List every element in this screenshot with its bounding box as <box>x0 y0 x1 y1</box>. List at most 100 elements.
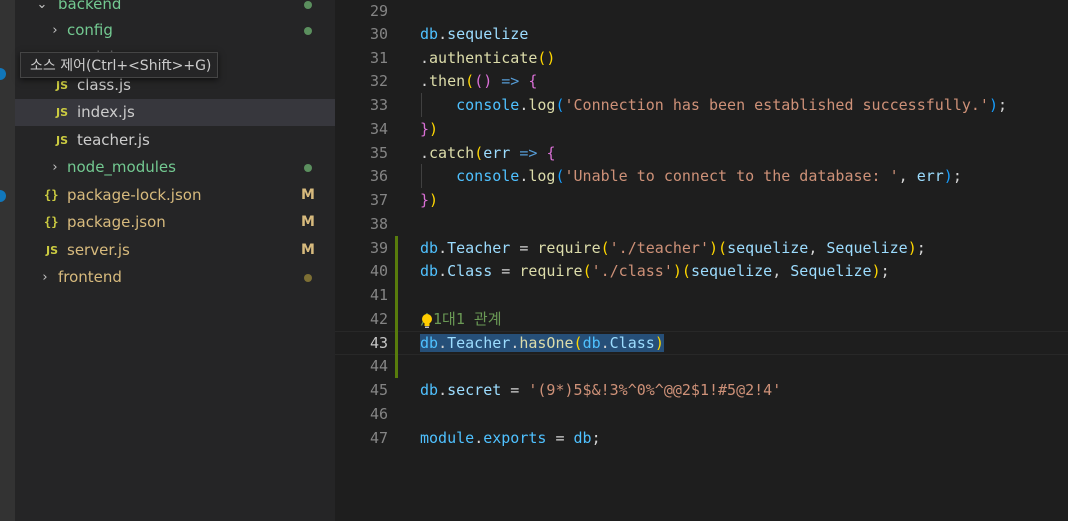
token: ( <box>681 262 691 280</box>
tree-item-package-lock-json[interactable]: {} package-lock.json M <box>15 182 335 209</box>
token: => <box>492 72 529 90</box>
line-number: 41 <box>369 286 388 304</box>
token: , <box>898 167 917 185</box>
token: log <box>528 167 556 185</box>
token: ( <box>718 239 728 257</box>
token: db <box>420 239 439 257</box>
token: log <box>528 96 556 114</box>
token: . <box>438 334 448 352</box>
token: () <box>474 72 493 90</box>
code-line-42[interactable]: /1대1 관계 <box>420 307 502 331</box>
code-line-43[interactable]: db.Teacher.hasOne(db.Class) <box>420 331 664 355</box>
token: Sequelize <box>790 262 872 280</box>
token: sequelize <box>690 262 773 280</box>
token: './teacher' <box>609 239 709 257</box>
token: ) <box>907 239 917 257</box>
token: Teacher <box>447 334 511 352</box>
lightbulb-icon[interactable] <box>421 312 433 328</box>
token: console <box>456 96 520 114</box>
line-number: 39 <box>369 239 388 257</box>
tree-item-config[interactable]: › config <box>15 17 335 44</box>
token: ( <box>555 96 565 114</box>
tree-item-index-js[interactable]: JS index.js <box>15 99 335 126</box>
token: ; <box>952 167 962 185</box>
json-file-icon: {} <box>44 188 59 202</box>
code-line-47[interactable]: module.exports = db; <box>420 426 601 450</box>
token: '(9*)5$&!3%^0%^@@2$1!#5@2!4' <box>528 381 782 399</box>
tree-item-server-js[interactable]: JS server.js M <box>15 237 335 264</box>
chevron-down-icon[interactable]: ⌄ <box>35 0 49 18</box>
token: . <box>420 72 430 90</box>
token: ) <box>871 262 881 280</box>
tree-item-label: index.js <box>77 103 135 121</box>
line-number: 29 <box>369 2 388 20</box>
code-line-31[interactable]: .authenticate() <box>420 46 555 70</box>
token: = <box>546 429 574 447</box>
code-editor[interactable]: 29 30 31 32 33 34 35 36 37 38 39 40 41 4… <box>335 0 1068 521</box>
tree-item-label: package.json <box>67 213 166 231</box>
line-number: 47 <box>369 429 388 447</box>
git-status-dot <box>304 164 312 172</box>
token: . <box>438 381 448 399</box>
token: db <box>420 381 439 399</box>
source-control-badge[interactable] <box>0 68 6 80</box>
code-line-30[interactable]: db.sequelize <box>420 22 528 46</box>
token: = <box>492 262 520 280</box>
token: ; <box>880 262 890 280</box>
token: './class' <box>591 262 673 280</box>
token: db <box>573 429 592 447</box>
token: ) <box>943 167 953 185</box>
token: secret <box>447 381 502 399</box>
code-line-36[interactable]: console.log('Unable to connect to the da… <box>420 164 962 188</box>
tree-item-backend[interactable]: ⌄ backend <box>15 0 335 18</box>
modified-badge: M <box>301 242 315 258</box>
token: ) <box>709 239 719 257</box>
token: authenticate <box>429 49 538 67</box>
token: , <box>772 262 791 280</box>
code-line-45[interactable]: db.secret = '(9*)5$&!3%^0%^@@2$1!#5@2!4' <box>420 378 781 402</box>
code-line-34[interactable]: }) <box>420 117 438 141</box>
code-line-35[interactable]: .catch(err => { <box>420 141 555 165</box>
token: { <box>528 72 538 90</box>
tree-item-package-json[interactable]: {} package.json M <box>15 209 335 236</box>
token: 'Connection has been established success… <box>564 96 989 114</box>
code-line-40[interactable]: db.Class = require('./class')(sequelize,… <box>420 259 890 283</box>
code-line-37[interactable]: }) <box>420 188 438 212</box>
code-line-33[interactable]: console.log('Connection has been establi… <box>420 93 1007 117</box>
chevron-right-icon[interactable]: › <box>38 264 52 291</box>
token: = <box>510 239 538 257</box>
token: => <box>510 144 547 162</box>
tree-item-node-modules[interactable]: › node_modules <box>15 154 335 181</box>
token: ) <box>988 96 998 114</box>
line-number: 38 <box>369 215 388 233</box>
token: ( <box>582 262 592 280</box>
tree-item-label: server.js <box>67 241 130 259</box>
tree-item-frontend[interactable]: › frontend <box>15 264 335 291</box>
token: db <box>582 334 601 352</box>
token: module <box>420 429 475 447</box>
token: ) <box>672 262 682 280</box>
line-number: 42 <box>369 310 388 328</box>
token: () <box>537 49 556 67</box>
token: ) <box>429 120 439 138</box>
notification-badge[interactable] <box>0 190 6 202</box>
source-control-tooltip: 소스 제어(Ctrl+<Shift>+G) <box>20 52 218 78</box>
modified-badge: M <box>301 187 315 203</box>
line-number: 34 <box>369 120 388 138</box>
token: err <box>916 167 944 185</box>
chevron-right-icon[interactable]: › <box>48 17 62 44</box>
code-line-39[interactable]: db.Teacher = require('./teacher')(sequel… <box>420 236 926 260</box>
git-status-dot <box>304 27 312 35</box>
tree-item-teacher-js[interactable]: JS teacher.js <box>15 127 335 154</box>
line-number: 46 <box>369 405 388 423</box>
token: = <box>501 381 529 399</box>
chevron-right-icon[interactable]: › <box>48 154 62 181</box>
token: ( <box>600 239 610 257</box>
token: db <box>420 25 439 43</box>
tree-item-label: frontend <box>58 268 122 286</box>
line-number: 45 <box>369 381 388 399</box>
token: ( <box>465 72 475 90</box>
code-line-32[interactable]: .then(() => { <box>420 69 537 93</box>
token: . <box>600 334 610 352</box>
